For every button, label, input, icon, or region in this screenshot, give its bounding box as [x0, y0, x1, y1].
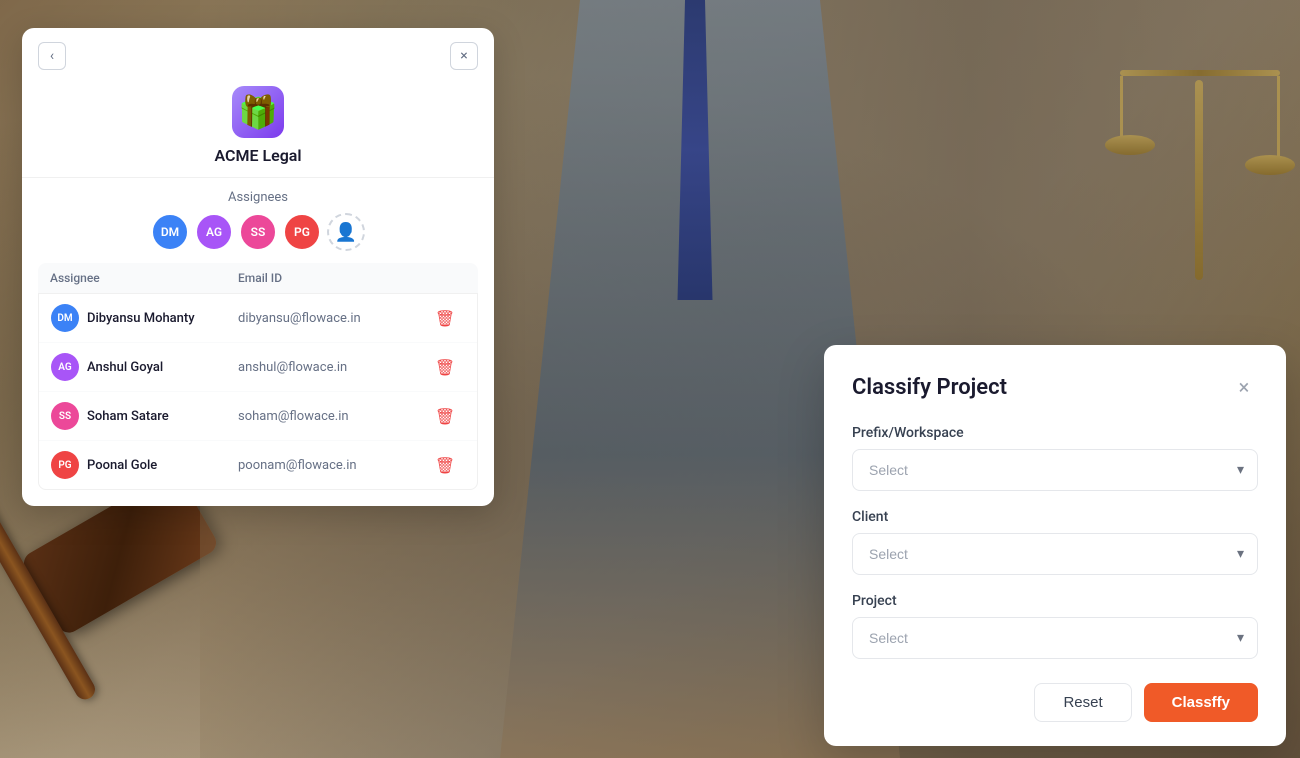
panel-close-button[interactable]: × — [450, 42, 478, 70]
project-logo-area: ACME Legal — [22, 78, 494, 169]
email-ag: anshul@flowace.in — [238, 360, 425, 375]
table-header: Assignee Email ID — [38, 263, 478, 293]
client-group: Client Select — [852, 509, 1258, 575]
assignee-name-ag: Anshul Goyal — [87, 360, 163, 375]
assignee-cell-ss: SS Soham Satare — [51, 402, 238, 430]
client-select-wrapper: Select — [852, 533, 1258, 575]
client-select[interactable]: Select — [852, 533, 1258, 575]
classify-button[interactable]: Classffy — [1144, 683, 1258, 722]
panel-back-button[interactable]: ‹ — [38, 42, 66, 70]
delete-button-ag[interactable]: 🗑 — [425, 358, 465, 377]
avatar-ss: SS — [239, 213, 277, 251]
project-select-wrapper: Select — [852, 617, 1258, 659]
project-label: Project — [852, 593, 1258, 609]
email-dm: dibyansu@flowace.in — [238, 311, 425, 326]
prefix-workspace-select-wrapper: Select — [852, 449, 1258, 491]
avatar-small-ag: AG — [51, 353, 79, 381]
table-row: DM Dibyansu Mohanty dibyansu@flowace.in … — [39, 294, 477, 343]
email-ss: soham@flowace.in — [238, 409, 425, 424]
scale-right-pan — [1245, 155, 1295, 175]
assignee-name-dm: Dibyansu Mohanty — [87, 311, 195, 326]
scale-pole — [1195, 80, 1203, 280]
table-row: AG Anshul Goyal anshul@flowace.in 🗑 — [39, 343, 477, 392]
prefix-workspace-select[interactable]: Select — [852, 449, 1258, 491]
add-assignee-button[interactable]: 👤 — [327, 213, 365, 251]
trash-icon: 🗑 — [435, 309, 455, 328]
modal-header: Classify Project × — [852, 373, 1258, 401]
project-select[interactable]: Select — [852, 617, 1258, 659]
project-group: Project Select — [852, 593, 1258, 659]
assignee-cell-pg: PG Poonal Gole — [51, 451, 238, 479]
assignees-table: Assignee Email ID DM Dibyansu Mohanty di… — [22, 263, 494, 506]
assignee-cell-ag: AG Anshul Goyal — [51, 353, 238, 381]
avatar-small-pg: PG — [51, 451, 79, 479]
trash-icon: 🗑 — [435, 358, 455, 377]
table-row: PG Poonal Gole poonam@flowace.in 🗑 — [39, 441, 477, 489]
prefix-workspace-label: Prefix/Workspace — [852, 425, 1258, 441]
assignee-cell-dm: DM Dibyansu Mohanty — [51, 304, 238, 332]
classify-modal: Classify Project × Prefix/Workspace Sele… — [824, 345, 1286, 746]
modal-close-button[interactable]: × — [1230, 373, 1258, 401]
delete-button-dm[interactable]: 🗑 — [425, 309, 465, 328]
reset-button[interactable]: Reset — [1034, 683, 1131, 722]
delete-button-ss[interactable]: 🗑 — [425, 407, 465, 426]
trash-icon: 🗑 — [435, 407, 455, 426]
avatar-pg: PG — [283, 213, 321, 251]
panel-header: ‹ × — [22, 28, 494, 78]
table-row: SS Soham Satare soham@flowace.in 🗑 — [39, 392, 477, 441]
client-label: Client — [852, 509, 1258, 525]
close-icon: × — [1239, 375, 1250, 399]
delete-button-pg[interactable]: 🗑 — [425, 456, 465, 475]
assignee-avatars-row: DM AG SS PG 👤 — [22, 213, 494, 263]
project-logo — [232, 86, 284, 138]
close-icon: × — [460, 48, 467, 64]
col-header-assignee: Assignee — [50, 271, 238, 285]
col-header-actions — [426, 271, 466, 285]
modal-title: Classify Project — [852, 375, 1007, 400]
person-add-icon: 👤 — [335, 222, 357, 243]
avatar-ag: AG — [195, 213, 233, 251]
scale-left-chain — [1120, 76, 1123, 136]
prefix-workspace-group: Prefix/Workspace Select — [852, 425, 1258, 491]
assignees-panel: ‹ × ACME Legal Assignees DM AG SS PG 👤 A… — [22, 28, 494, 506]
assignee-name-ss: Soham Satare — [87, 409, 169, 424]
assignees-section-label: Assignees — [22, 178, 494, 213]
avatar-small-dm: DM — [51, 304, 79, 332]
scale-left-pan — [1105, 135, 1155, 155]
col-header-email: Email ID — [238, 271, 426, 285]
project-name: ACME Legal — [214, 146, 301, 165]
table-body: DM Dibyansu Mohanty dibyansu@flowace.in … — [38, 293, 478, 490]
scale-bar — [1120, 70, 1280, 76]
scale-right-chain — [1277, 76, 1280, 156]
modal-footer: Reset Classffy — [852, 683, 1258, 722]
trash-icon: 🗑 — [435, 456, 455, 475]
chevron-left-icon: ‹ — [50, 48, 54, 64]
avatar-dm: DM — [151, 213, 189, 251]
assignee-name-pg: Poonal Gole — [87, 458, 157, 473]
avatar-small-ss: SS — [51, 402, 79, 430]
email-pg: poonam@flowace.in — [238, 458, 425, 473]
